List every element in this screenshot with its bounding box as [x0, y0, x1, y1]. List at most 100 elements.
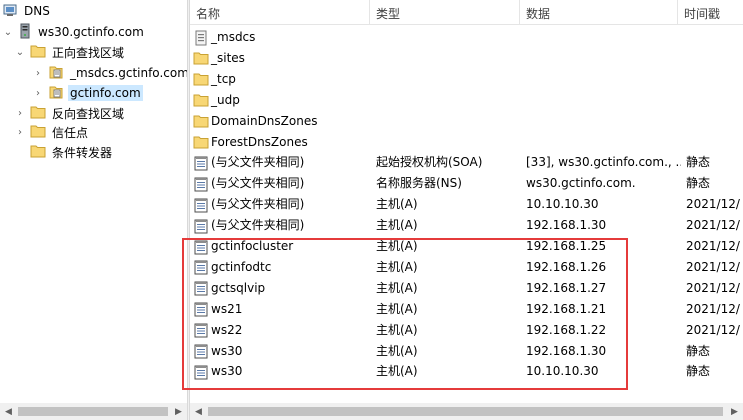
tree-label-trust-points: 信任点	[52, 125, 89, 140]
chevron-down-icon[interactable]: ⌄	[2, 22, 14, 42]
record-name: ForestDnsZones	[211, 134, 308, 149]
record-data	[526, 132, 681, 153]
table-row[interactable]: _udp	[190, 90, 743, 111]
tree-node-trust-points[interactable]: › 信任点	[14, 122, 90, 142]
record-type: 主机(A)	[376, 301, 418, 316]
chevron-right-icon[interactable]: ›	[14, 103, 26, 123]
column-header-name[interactable]: 名称	[190, 0, 370, 25]
record-name: (与父文件夹相同)	[211, 218, 305, 233]
table-row[interactable]: (与父文件夹相同) 起始授权机构(SOA) [33], ws30.gctinfo.c…	[190, 152, 743, 173]
folder-icon	[193, 134, 209, 150]
record-icon	[193, 155, 209, 171]
chevron-right-icon[interactable]: ›	[32, 83, 44, 103]
record-timestamp: 静态	[686, 343, 711, 358]
record-data	[526, 90, 681, 111]
record-icon	[193, 301, 209, 317]
table-row[interactable]: ws30 主机(A) 192.168.1.30 静态	[190, 341, 743, 362]
console-tree[interactable]: DNS ⌄ ws30.gctinfo.com ⌄ 正向查找区域 › _msdcs…	[0, 0, 187, 420]
record-data: 192.168.1.27	[526, 280, 607, 295]
table-row[interactable]: (与父文件夹相同) 主机(A) 192.168.1.30 2021/12/	[190, 215, 743, 236]
tree-node-server[interactable]: ⌄ ws30.gctinfo.com	[2, 22, 146, 42]
tree-label-reverse-zones: 反向查找区域	[52, 106, 125, 121]
record-timestamp: 静态	[686, 176, 711, 191]
tree-label-zone-gctinfo: gctinfo.com	[68, 85, 143, 101]
column-header-timestamp[interactable]: 时间戳	[678, 0, 743, 25]
table-row[interactable]: (与父文件夹相同) 名称服务器(NS) ws30.gctinfo.com. 静态	[190, 173, 743, 194]
table-row[interactable]: DomainDnsZones	[190, 111, 743, 132]
table-row[interactable]: ws22 主机(A) 192.168.1.22 2021/12/	[190, 320, 743, 341]
column-header-type[interactable]: 类型	[370, 0, 520, 25]
record-type: 名称服务器(NS)	[376, 176, 462, 191]
table-row[interactable]: _tcp	[190, 69, 743, 90]
table-row[interactable]: ws30 主机(A) 10.10.10.30 静态	[190, 361, 743, 382]
record-name-cell: gctsqlvip	[193, 278, 373, 299]
folder-icon	[193, 92, 209, 108]
record-type: 主机(A)	[376, 280, 418, 295]
scroll-left-icon[interactable]: ◀	[0, 403, 17, 420]
tree-node-zone-msdcs[interactable]: › _msdcs.gctinfo.com	[32, 63, 187, 83]
record-name: gctinfocluster	[211, 239, 294, 253]
record-type	[376, 48, 522, 69]
folder-icon	[193, 71, 209, 87]
record-name-cell: ws22	[193, 320, 373, 341]
record-icon	[193, 176, 209, 192]
record-timestamp: 2021/12/	[686, 301, 740, 316]
chevron-right-icon[interactable]: ›	[14, 122, 26, 142]
tree-node-forward-zones[interactable]: ⌄ 正向查找区域	[14, 42, 126, 62]
record-name-cell: ws30	[193, 341, 373, 362]
folder-icon	[30, 44, 46, 61]
record-type	[376, 69, 522, 90]
tree-horizontal-scrollbar[interactable]: ◀ ▶	[0, 403, 187, 420]
tree-node-conditional-forwarders[interactable]: 条件转发器	[30, 142, 114, 162]
chevron-down-icon[interactable]: ⌄	[14, 42, 26, 62]
record-type: 主机(A)	[376, 343, 418, 358]
table-row[interactable]: _msdcs	[190, 27, 743, 48]
record-timestamp: 2021/12/	[686, 280, 740, 295]
tree-node-zone-gctinfo[interactable]: › gctinfo.com	[32, 83, 143, 103]
list-scroll-thumb[interactable]	[208, 407, 723, 416]
table-row[interactable]: gctinfodtc 主机(A) 192.168.1.26 2021/12/	[190, 257, 743, 278]
record-type: 主机(A)	[376, 239, 418, 253]
record-data	[526, 27, 681, 48]
tree-node-reverse-zones[interactable]: › 反向查找区域	[14, 103, 126, 123]
chevron-right-icon[interactable]: ›	[32, 63, 44, 83]
table-row[interactable]: _sites	[190, 48, 743, 69]
table-row[interactable]: gctsqlvip 主机(A) 192.168.1.27 2021/12/	[190, 278, 743, 299]
folder-icon	[30, 105, 46, 122]
record-name: _udp	[211, 92, 240, 107]
record-name-cell: gctinfodtc	[193, 257, 373, 278]
scroll-left-icon[interactable]: ◀	[190, 403, 207, 420]
record-name-cell: gctinfocluster	[193, 236, 373, 257]
record-name-cell: _tcp	[193, 69, 373, 90]
records-list[interactable]: 名称 类型 数据 时间戳 _msdcs _sites _tcp _udp DomainD…	[190, 0, 743, 420]
record-timestamp: 2021/12/	[686, 197, 740, 212]
tree-label-server: ws30.gctinfo.com	[38, 25, 144, 39]
record-name: (与父文件夹相同)	[211, 197, 305, 212]
record-name-cell: DomainDnsZones	[193, 111, 373, 132]
record-data: 10.10.10.30	[526, 197, 599, 212]
record-data	[526, 111, 681, 132]
tree-node-dns[interactable]: DNS	[2, 1, 52, 21]
record-name-cell: (与父文件夹相同)	[193, 194, 373, 215]
scroll-right-icon[interactable]: ▶	[726, 403, 743, 420]
table-row[interactable]: ws21 主机(A) 192.168.1.21 2021/12/	[190, 299, 743, 320]
record-name: DomainDnsZones	[211, 113, 318, 128]
list-horizontal-scrollbar[interactable]: ◀ ▶	[190, 403, 743, 420]
tree-scroll-thumb[interactable]	[18, 407, 168, 416]
table-row[interactable]: gctinfocluster 主机(A) 192.168.1.25 2021/12/	[190, 236, 743, 257]
folder-icon	[193, 50, 209, 66]
record-name: ws21	[211, 301, 243, 316]
record-icon	[193, 343, 209, 359]
record-type	[376, 90, 522, 111]
scroll-right-icon[interactable]: ▶	[170, 403, 187, 420]
table-row[interactable]: (与父文件夹相同) 主机(A) 10.10.10.30 2021/12/	[190, 194, 743, 215]
record-icon	[193, 218, 209, 234]
record-data: 192.168.1.22	[526, 322, 607, 337]
record-type: 主机(A)	[376, 322, 418, 337]
table-row[interactable]: ForestDnsZones	[190, 132, 743, 153]
record-name: gctinfodtc	[211, 259, 272, 274]
record-timestamp: 静态	[686, 364, 711, 379]
record-type	[376, 111, 522, 132]
record-data	[526, 48, 681, 69]
column-header-data[interactable]: 数据	[520, 0, 678, 25]
